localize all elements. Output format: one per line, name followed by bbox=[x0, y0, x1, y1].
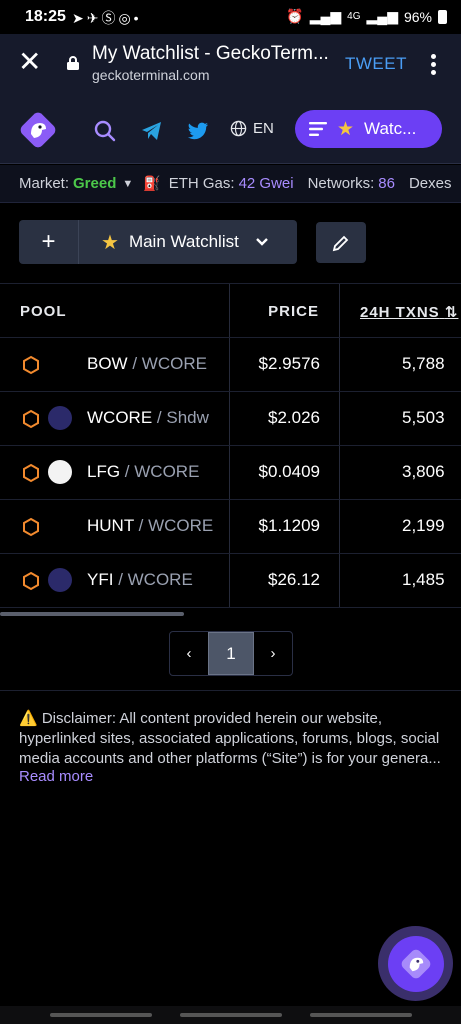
market-label: Market: bbox=[19, 175, 70, 192]
alarm-icon: ⏰ bbox=[286, 8, 304, 24]
table-row[interactable]: BOW / WCORE $2.9576 5,788 bbox=[0, 338, 461, 392]
browser-toolbar: ✕ My Watchlist - GeckoTerm... geckotermi… bbox=[0, 34, 461, 98]
nav-segment[interactable] bbox=[50, 1013, 152, 1017]
signal-icon-2: ▂▄▆ bbox=[366, 8, 398, 24]
signal-icon: ▂▄▆ bbox=[309, 8, 342, 24]
pencil-icon bbox=[332, 235, 349, 251]
search-icon[interactable] bbox=[93, 119, 117, 143]
pool-pair[interactable]: BOW / WCORE bbox=[87, 354, 207, 374]
language-selector[interactable]: EN bbox=[230, 120, 274, 137]
gas-label: ETH Gas: bbox=[168, 175, 235, 192]
read-more-link[interactable]: Read more bbox=[19, 768, 93, 785]
star-icon: ★ bbox=[337, 118, 355, 140]
watchlist-button-label: Watc... bbox=[364, 119, 417, 138]
disclaimer-text: ⚠️ Disclaimer: All content provided here… bbox=[19, 710, 441, 767]
next-page-button[interactable]: › bbox=[254, 632, 292, 675]
watchlist-menu-button[interactable]: ★ Watc... bbox=[295, 110, 442, 148]
table-row[interactable]: YFI / WCORE $26.12 1,485 bbox=[0, 554, 461, 608]
gas-value: 42 Gwei bbox=[238, 175, 294, 192]
pool-pair[interactable]: YFI / WCORE bbox=[87, 570, 193, 590]
add-watchlist-button[interactable]: + bbox=[19, 220, 79, 264]
table-row[interactable]: LFG / WCORE $0.0409 3,806 bbox=[0, 446, 461, 500]
pool-pair[interactable]: LFG / WCORE bbox=[87, 462, 199, 482]
networks-value: 86 bbox=[378, 175, 395, 192]
pagination: ‹ 1 › bbox=[169, 631, 293, 676]
watchlist-selector-group: + ★ Main Watchlist bbox=[19, 220, 297, 264]
page-url[interactable]: geckoterminal.com bbox=[92, 67, 210, 83]
watchlist-dropdown[interactable]: ★ Main Watchlist bbox=[79, 220, 297, 264]
pool-price: $26.12 bbox=[268, 570, 320, 589]
more-options-icon[interactable] bbox=[426, 52, 440, 76]
pool-24h-txns: 5,788 bbox=[402, 354, 445, 373]
page-number[interactable]: 1 bbox=[208, 632, 254, 675]
pool-price: $2.9576 bbox=[258, 354, 320, 373]
network-hexagon-icon bbox=[23, 517, 39, 537]
pool-pair[interactable]: HUNT / WCORE bbox=[87, 516, 213, 536]
system-icons: ⏰ ▂▄▆ 4G ▂▄▆ 96% bbox=[286, 8, 447, 25]
globe-icon bbox=[230, 120, 247, 137]
telegram-icon[interactable] bbox=[140, 119, 164, 143]
status-time: 18:25 bbox=[25, 8, 66, 25]
table-header: POOL PRICE 24H TXNS ⇅ bbox=[0, 283, 461, 338]
disclaimer: ⚠️ Disclaimer: All content provided here… bbox=[19, 709, 444, 769]
language-label: EN bbox=[253, 120, 274, 137]
page-title: My Watchlist - GeckoTerm... bbox=[92, 43, 329, 64]
status-bar: 18:25 ➤✈Ⓢ◎• ⏰ ▂▄▆ 4G ▂▄▆ 96% bbox=[0, 0, 461, 34]
system-nav-bar bbox=[0, 1006, 461, 1024]
star-icon: ★ bbox=[101, 231, 119, 254]
menu-icon bbox=[309, 122, 327, 136]
gecko-fab-button[interactable] bbox=[378, 926, 453, 1001]
close-icon[interactable]: ✕ bbox=[18, 48, 42, 76]
token-icon bbox=[48, 406, 72, 430]
pools-table: POOL PRICE 24H TXNS ⇅ BOW / WCORE $2.957… bbox=[0, 283, 461, 608]
pool-24h-txns: 3,806 bbox=[402, 462, 445, 481]
prev-page-button[interactable]: ‹ bbox=[170, 632, 208, 675]
battery-icon bbox=[438, 9, 447, 24]
network-type: 4G bbox=[347, 11, 361, 22]
geckoterminal-logo-icon bbox=[401, 949, 430, 978]
edit-watchlist-button[interactable] bbox=[316, 222, 366, 263]
dexes-label: Dexes bbox=[408, 175, 452, 192]
twitter-icon[interactable] bbox=[186, 119, 210, 143]
tweet-button[interactable]: TWEET bbox=[345, 54, 407, 74]
market-info-bar: Market: Greed ▼ ⛽ ETH Gas: 42 Gwei Netwo… bbox=[0, 165, 461, 203]
nav-segment[interactable] bbox=[310, 1013, 412, 1017]
pool-price: $1.1209 bbox=[258, 516, 320, 535]
column-pool: POOL bbox=[20, 303, 67, 320]
network-hexagon-icon bbox=[23, 463, 39, 483]
lock-icon bbox=[67, 56, 79, 70]
nav-segment[interactable] bbox=[180, 1013, 282, 1017]
network-hexagon-icon bbox=[23, 409, 39, 429]
site-header: EN ★ Watc... bbox=[0, 98, 461, 164]
token-icon bbox=[48, 568, 72, 592]
watchlist-name: Main Watchlist bbox=[128, 232, 239, 251]
network-hexagon-icon bbox=[23, 355, 39, 375]
notification-icons: ➤✈Ⓢ◎• bbox=[72, 10, 142, 26]
pool-pair[interactable]: WCORE / Shdw bbox=[87, 408, 209, 428]
token-icon bbox=[48, 460, 72, 484]
table-row[interactable]: WCORE / Shdw $2.026 5,503 bbox=[0, 392, 461, 446]
network-hexagon-icon bbox=[23, 571, 39, 591]
chevron-down-icon bbox=[255, 238, 268, 246]
market-sentiment[interactable]: Greed bbox=[73, 175, 116, 192]
pool-price: $0.0409 bbox=[258, 462, 320, 481]
token-icon bbox=[48, 514, 72, 538]
token-icon bbox=[48, 352, 72, 376]
battery-percent: 96% bbox=[403, 8, 432, 25]
gas-pump-icon: ⛽ bbox=[143, 175, 161, 191]
pool-price: $2.026 bbox=[268, 408, 320, 427]
geckoterminal-logo[interactable] bbox=[18, 110, 58, 150]
pool-24h-txns: 1,485 bbox=[402, 570, 445, 589]
column-price: PRICE bbox=[268, 303, 319, 320]
networks-label: Networks: bbox=[307, 175, 375, 192]
column-24h-txns[interactable]: 24H TXNS ⇅ bbox=[360, 303, 458, 321]
sort-icon[interactable]: ⇅ bbox=[445, 304, 459, 321]
horizontal-scrollbar[interactable] bbox=[0, 612, 184, 616]
table-row[interactable]: HUNT / WCORE $1.1209 2,199 bbox=[0, 500, 461, 554]
pool-24h-txns: 5,503 bbox=[402, 408, 445, 427]
chevron-down-icon[interactable]: ▼ bbox=[122, 178, 133, 190]
pool-24h-txns: 2,199 bbox=[402, 516, 445, 535]
